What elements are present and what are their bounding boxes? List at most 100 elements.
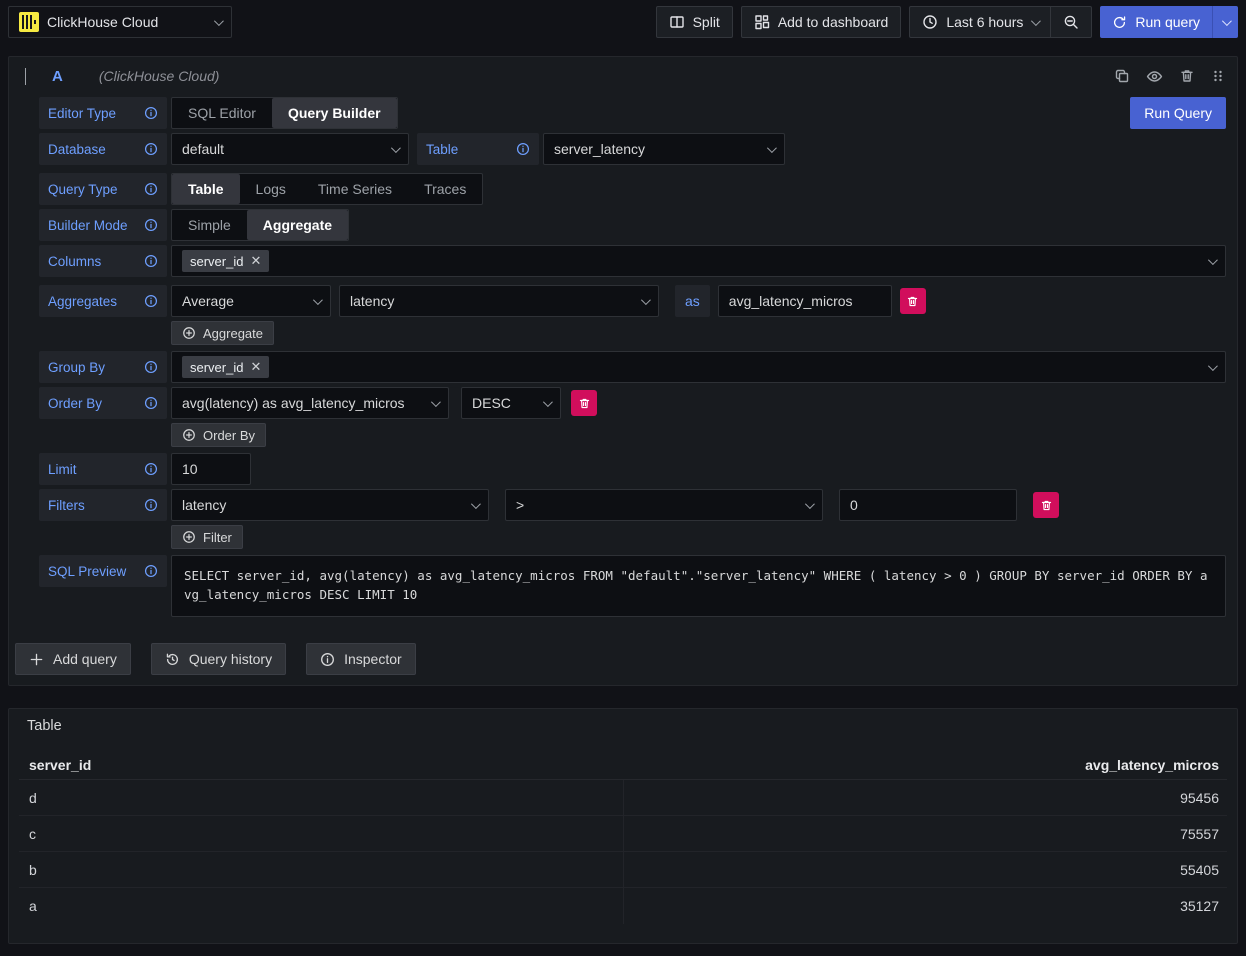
chevron-down-icon	[767, 143, 777, 153]
remove-tag-icon[interactable]: ✕	[250, 359, 261, 375]
drag-handle-icon[interactable]	[1211, 68, 1225, 84]
datasource-name: ClickHouse Cloud	[47, 14, 206, 30]
info-icon[interactable]	[144, 106, 158, 120]
order-by-direction-select[interactable]: DESC	[461, 387, 561, 419]
history-icon	[165, 652, 180, 667]
chevron-down-icon	[313, 295, 323, 305]
remove-tag-icon[interactable]: ✕	[250, 253, 261, 269]
add-filter-row: Filter	[171, 525, 1226, 549]
filter-field-select[interactable]: latency	[171, 489, 489, 521]
info-icon[interactable]	[144, 498, 158, 512]
query-editor-footer: Add query Query history Inspector	[9, 631, 1237, 685]
result-table: server_id avg_latency_micros d 95456 c 7…	[19, 750, 1227, 924]
clickhouse-logo-icon	[19, 12, 39, 32]
add-filter-button[interactable]: Filter	[171, 525, 243, 549]
filters-row: Filters latency > 0	[39, 489, 1226, 521]
refresh-icon	[1112, 15, 1127, 30]
editor-type-query-builder[interactable]: Query Builder	[272, 98, 397, 128]
remove-aggregate-button[interactable]	[900, 288, 926, 314]
time-range-label: Last 6 hours	[946, 14, 1023, 30]
editor-type-sql-editor[interactable]: SQL Editor	[172, 98, 272, 128]
sql-preview-label: SQL Preview	[39, 555, 167, 587]
plus-icon	[29, 652, 44, 667]
panel-run-query-button[interactable]: Run Query	[1130, 97, 1226, 129]
plus-circle-icon	[182, 530, 196, 544]
query-type-logs[interactable]: Logs	[240, 174, 302, 204]
run-query-label: Run query	[1135, 14, 1200, 30]
add-order-by-row: Order By	[171, 423, 1226, 447]
run-query-dropdown[interactable]	[1213, 6, 1238, 38]
split-button[interactable]: Split	[656, 6, 733, 38]
toggle-visibility-icon[interactable]	[1146, 68, 1163, 85]
zoom-out-time-button[interactable]	[1051, 7, 1091, 37]
query-ref-id[interactable]: A	[52, 68, 63, 85]
limit-input[interactable]: 10	[171, 453, 251, 485]
table-select[interactable]: server_latency	[543, 133, 785, 165]
query-type-time-series[interactable]: Time Series	[302, 174, 408, 204]
info-icon[interactable]	[144, 254, 158, 268]
table-row[interactable]: b 55405	[19, 852, 1227, 888]
info-icon[interactable]	[144, 142, 158, 156]
group-by-tag[interactable]: server_id ✕	[182, 356, 269, 378]
query-type-traces[interactable]: Traces	[408, 174, 482, 204]
add-aggregate-row: Aggregate	[171, 321, 1226, 345]
filter-operator-select[interactable]: >	[505, 489, 823, 521]
database-table-row: Database default Table server_latency	[39, 133, 1226, 165]
datasource-picker[interactable]: ClickHouse Cloud	[8, 6, 232, 38]
order-by-row: Order By avg(latency) as avg_latency_mic…	[39, 387, 1226, 419]
add-order-by-button[interactable]: Order By	[171, 423, 266, 447]
database-select[interactable]: default	[171, 133, 409, 165]
query-history-button[interactable]: Query history	[151, 643, 286, 675]
query-type-table[interactable]: Table	[172, 174, 240, 204]
info-icon[interactable]	[144, 462, 158, 476]
table-row[interactable]: c 75557	[19, 816, 1227, 852]
filters-label: Filters	[39, 489, 167, 521]
chevron-down-icon	[1208, 255, 1218, 265]
info-icon[interactable]	[144, 564, 158, 578]
filter-value-input[interactable]: 0	[839, 489, 1017, 521]
inspector-button[interactable]: Inspector	[306, 643, 416, 675]
remove-filter-button[interactable]	[1033, 492, 1059, 518]
builder-mode-switch: Simple Aggregate	[171, 209, 349, 241]
column-tag[interactable]: server_id ✕	[182, 250, 269, 272]
time-range-picker[interactable]: Last 6 hours	[910, 7, 1050, 37]
limit-label: Limit	[39, 453, 167, 485]
builder-mode-simple[interactable]: Simple	[172, 210, 247, 240]
table-row[interactable]: d 95456	[19, 780, 1227, 816]
column-header-avg-latency[interactable]: avg_latency_micros	[623, 757, 1227, 773]
aggregate-column-select[interactable]: latency	[339, 285, 659, 317]
query-type-row: Query Type Table Logs Time Series Traces	[39, 173, 1226, 205]
info-icon[interactable]	[144, 182, 158, 196]
duplicate-query-icon[interactable]	[1114, 68, 1130, 84]
aggregates-row: Aggregates Average latency as avg_latenc…	[39, 285, 1226, 317]
aggregate-function-select[interactable]: Average	[171, 285, 331, 317]
remove-order-by-button[interactable]	[571, 390, 597, 416]
add-to-dashboard-button[interactable]: Add to dashboard	[741, 6, 902, 38]
columns-row: Columns server_id ✕	[39, 245, 1226, 277]
info-icon[interactable]	[516, 142, 530, 156]
aggregate-alias-input[interactable]: avg_latency_micros	[718, 285, 892, 317]
builder-mode-label: Builder Mode	[39, 209, 167, 241]
query-type-label: Query Type	[39, 173, 167, 205]
collapse-caret-icon[interactable]	[21, 64, 30, 88]
clock-icon	[922, 14, 938, 30]
add-to-dashboard-label: Add to dashboard	[778, 14, 889, 30]
run-query-button[interactable]: Run query	[1100, 6, 1212, 38]
info-icon[interactable]	[144, 360, 158, 374]
order-by-field-select[interactable]: avg(latency) as avg_latency_micros	[171, 387, 449, 419]
group-by-multiselect[interactable]: server_id ✕	[171, 351, 1226, 383]
columns-multiselect[interactable]: server_id ✕	[171, 245, 1226, 277]
chevron-down-icon	[391, 143, 401, 153]
columns-label: Columns	[39, 245, 167, 277]
info-icon[interactable]	[144, 396, 158, 410]
add-query-button[interactable]: Add query	[15, 643, 131, 675]
info-icon[interactable]	[144, 218, 158, 232]
builder-mode-aggregate[interactable]: Aggregate	[247, 210, 348, 240]
query-row-header[interactable]: A (ClickHouse Cloud)	[9, 57, 1237, 95]
column-header-server-id[interactable]: server_id	[19, 757, 623, 773]
table-row[interactable]: a 35127	[19, 888, 1227, 924]
delete-query-icon[interactable]	[1179, 68, 1195, 84]
add-aggregate-button[interactable]: Aggregate	[171, 321, 274, 345]
trash-icon	[578, 397, 591, 410]
info-icon[interactable]	[144, 294, 158, 308]
